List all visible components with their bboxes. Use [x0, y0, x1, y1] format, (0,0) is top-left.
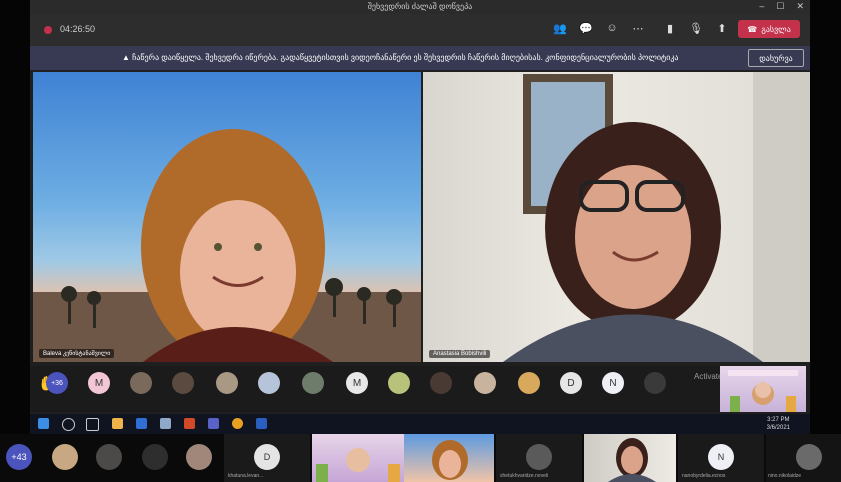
participant-photo[interactable] [258, 372, 280, 394]
participant-photo[interactable] [474, 372, 496, 394]
meeting-timer: 04:26:50 [60, 24, 96, 34]
microphone-icon[interactable]: 🎙 [688, 22, 704, 35]
window-controls: – ☐ ✕ [759, 1, 804, 12]
participant-name-right: Anastasia Bobishvili [429, 350, 491, 358]
windows-taskbar: 3:27 PM 3/6/2021 [30, 414, 810, 434]
recording-banner-text: ▲ ჩაწერა დაიწყელა. შეხვედრა იწერება. გად… [122, 53, 679, 62]
participant-video-image [608, 438, 656, 482]
participant-photo[interactable] [644, 372, 666, 394]
participant-avatar[interactable]: D [560, 372, 582, 394]
participant-tile[interactable]: N nanobyrdelia.ecnos [678, 434, 764, 482]
recording-indicator-icon [44, 26, 52, 34]
outer-participant-strip: +43 D khatuna.levan... shetukhvaridze.no… [0, 434, 841, 482]
start-icon[interactable] [38, 418, 49, 429]
person-face [575, 165, 691, 309]
teams-window: შეხვედრის ძალაშ დოწვეპა – ☐ ✕ 04:26:50 👥… [30, 0, 810, 434]
participant-avatar: N [708, 444, 734, 470]
chat-icon[interactable]: 💬 [578, 22, 594, 35]
participant-photo[interactable] [52, 444, 78, 470]
share-screen-icon[interactable]: ⬆ [714, 22, 730, 35]
participant-video-image [432, 440, 468, 480]
shared-content-tile[interactable] [312, 434, 404, 482]
participant-photo[interactable] [216, 372, 238, 394]
room-background-image [503, 72, 810, 362]
system-clock[interactable]: 3:27 PM 3/6/2021 [767, 416, 790, 432]
shared-slide-image [728, 370, 798, 412]
participant-tile[interactable]: nino.nikolaidze [766, 434, 841, 482]
clock-date: 3/6/2021 [766, 425, 790, 431]
outer-overflow-count-badge[interactable]: +43 [6, 444, 32, 470]
recording-banner: ▲ ჩაწერა დაიწყელა. შეხვედრა იწერება. გად… [30, 46, 810, 70]
person-body [503, 314, 763, 362]
participant-photo[interactable] [518, 372, 540, 394]
meeting-icons-right: ▮ 🎙 ⬆ [662, 22, 730, 35]
participant-photo [796, 444, 822, 470]
reactions-icon[interactable]: ☺ [604, 22, 620, 35]
maximize-button[interactable]: ☐ [776, 1, 784, 12]
more-options-icon[interactable]: ⋯ [630, 22, 646, 35]
minimize-button[interactable]: – [759, 1, 764, 12]
participant-avatar-row: ✋ +36 M M D N [30, 366, 720, 412]
leave-label: გასვლა [761, 24, 791, 34]
participant-photo[interactable] [130, 372, 152, 394]
teams-icon[interactable] [208, 418, 219, 429]
banner-dismiss-button[interactable]: დახურვა [748, 49, 804, 67]
meeting-toolbar: 04:26:50 👥 💬 ☺ ⋯ ▮ 🎙 ⬆ ☎ გასვლა [30, 14, 810, 46]
clock-time: 3:27 PM [767, 417, 790, 423]
participant-photo[interactable] [96, 444, 122, 470]
participants-icon[interactable]: 👥 [552, 22, 568, 35]
mail-icon[interactable] [136, 418, 147, 429]
participant-photo[interactable] [302, 372, 324, 394]
window-title: შეხვედრის ძალაშ დოწვეპა [367, 2, 473, 11]
chrome-icon[interactable] [232, 418, 243, 429]
search-icon[interactable] [62, 418, 75, 431]
participant-photo[interactable] [430, 372, 452, 394]
participant-photo[interactable] [142, 444, 168, 470]
phone-icon: ☎ [747, 24, 758, 34]
participant-tile-name: nino.nikolaidze [768, 473, 802, 479]
powerpoint-icon[interactable] [184, 418, 195, 429]
task-view-icon[interactable] [86, 418, 99, 431]
meeting-icons-left: 👥 💬 ☺ ⋯ [552, 22, 646, 35]
participant-tile-name: nanobyrdelia.ecnos [682, 473, 726, 479]
leave-button[interactable]: ☎ გასვლა [738, 20, 800, 38]
participant-avatar: D [254, 444, 280, 470]
close-button[interactable]: ✕ [796, 1, 804, 12]
video-tile-left[interactable]: Baleva კეწისტანაშვილი [33, 72, 421, 362]
person-face [180, 200, 296, 344]
shared-content-thumbnail[interactable] [720, 366, 806, 412]
participant-avatar[interactable]: M [346, 372, 368, 394]
title-bar: შეხვედრის ძალაშ დოწვეპა – ☐ ✕ [30, 0, 810, 14]
participant-avatar[interactable]: M [88, 372, 110, 394]
participant-photo[interactable] [172, 372, 194, 394]
camera-icon[interactable]: ▮ [662, 22, 678, 35]
participant-photo[interactable] [186, 444, 212, 470]
word-icon[interactable] [256, 418, 267, 429]
participant-video-tile[interactable] [404, 434, 494, 482]
participant-photo[interactable] [388, 372, 410, 394]
participant-name-left: Baleva კეწისტანაშვილი [39, 349, 115, 358]
file-explorer-icon[interactable] [112, 418, 123, 429]
participant-photo [526, 444, 552, 470]
participant-video-tile[interactable] [584, 434, 676, 482]
video-tile-right[interactable]: Anastasia Bobishvili [423, 72, 810, 362]
participant-tile[interactable]: D khatuna.levan... [224, 434, 310, 482]
participant-avatar[interactable]: N [602, 372, 624, 394]
shared-slide-image [316, 448, 400, 482]
participant-tile-name: shetukhvaridze.noveli [500, 473, 549, 479]
app-icon[interactable] [160, 418, 171, 429]
overflow-count-badge[interactable]: +36 [46, 372, 68, 394]
participant-tile[interactable]: shetukhvaridze.noveli [496, 434, 582, 482]
beach-background-image [33, 129, 421, 362]
participant-tile-name: khatuna.levan... [228, 473, 264, 479]
